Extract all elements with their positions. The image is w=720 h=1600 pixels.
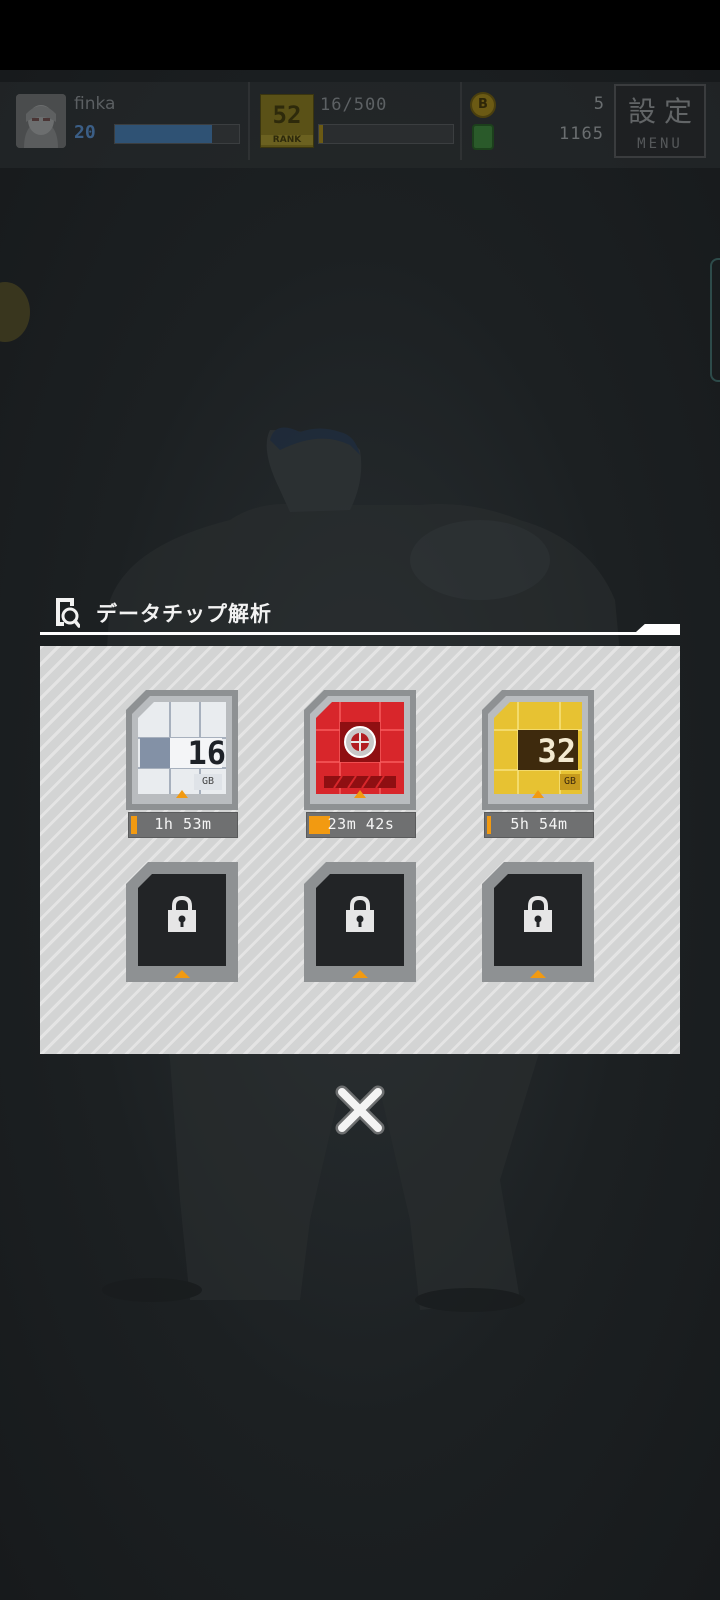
timer-text: 1h 53m bbox=[154, 815, 212, 833]
menu-button[interactable]: 設定 MENU bbox=[614, 84, 706, 158]
locked-slot-icon bbox=[304, 862, 416, 982]
data-analysis-icon bbox=[56, 598, 80, 628]
coin-icon: B bbox=[470, 92, 496, 118]
red-data-chip-icon bbox=[304, 690, 416, 810]
chip-slot-2[interactable] bbox=[304, 690, 416, 810]
locked-slot-icon bbox=[126, 862, 238, 982]
rank-label: RANK bbox=[261, 135, 313, 145]
player-avatar[interactable] bbox=[16, 94, 66, 148]
stamina-counter: 16/500 bbox=[320, 95, 388, 115]
rank-number: 52 bbox=[272, 101, 302, 129]
menu-label: MENU bbox=[637, 136, 683, 152]
locked-chip-slot-1[interactable] bbox=[126, 862, 238, 982]
stamina-bar-fill bbox=[319, 125, 324, 143]
hud-divider bbox=[460, 82, 462, 160]
hud-divider bbox=[248, 82, 250, 160]
close-icon[interactable] bbox=[332, 1082, 388, 1138]
locked-slot-icon bbox=[482, 862, 594, 982]
timer-text: 5h 54m bbox=[510, 815, 568, 833]
locked-chip-slot-3[interactable] bbox=[482, 862, 594, 982]
dialog-header: データチップ解析 bbox=[40, 592, 680, 634]
xp-bar-fill bbox=[115, 125, 212, 143]
xp-bar bbox=[114, 124, 240, 144]
gem-count: 1165 bbox=[559, 124, 604, 144]
player-level: 20 bbox=[74, 122, 96, 143]
timer-text: 23m 42s bbox=[327, 815, 395, 833]
player-name: finka bbox=[74, 94, 116, 114]
side-drawer-tab[interactable] bbox=[710, 258, 720, 382]
chip-unit: GB bbox=[201, 776, 215, 787]
coin-count: 5 bbox=[593, 94, 604, 114]
chip-timer-2: 23m 42s bbox=[306, 812, 416, 838]
avatar-portrait-icon bbox=[16, 94, 66, 148]
gem-icon bbox=[472, 124, 494, 150]
chip-unit: GB bbox=[563, 776, 577, 787]
chip-capacity: 16 bbox=[187, 734, 226, 772]
chip-capacity: 32 bbox=[537, 732, 576, 770]
chip-timer-1: 1h 53m bbox=[128, 812, 238, 838]
locked-chip-slot-2[interactable] bbox=[304, 862, 416, 982]
stamina-bar bbox=[318, 124, 454, 144]
chip-slot-1[interactable]: 16 GB bbox=[126, 690, 238, 810]
rank-badge: 52 RANK bbox=[260, 94, 314, 148]
chip-slot-3[interactable]: 32 GB bbox=[482, 690, 594, 810]
menu-kanji: 設定 bbox=[627, 95, 700, 128]
dialog-title: データチップ解析 bbox=[96, 602, 272, 626]
chip-timer-3: 5h 54m bbox=[484, 812, 594, 838]
title-underline bbox=[40, 632, 680, 635]
